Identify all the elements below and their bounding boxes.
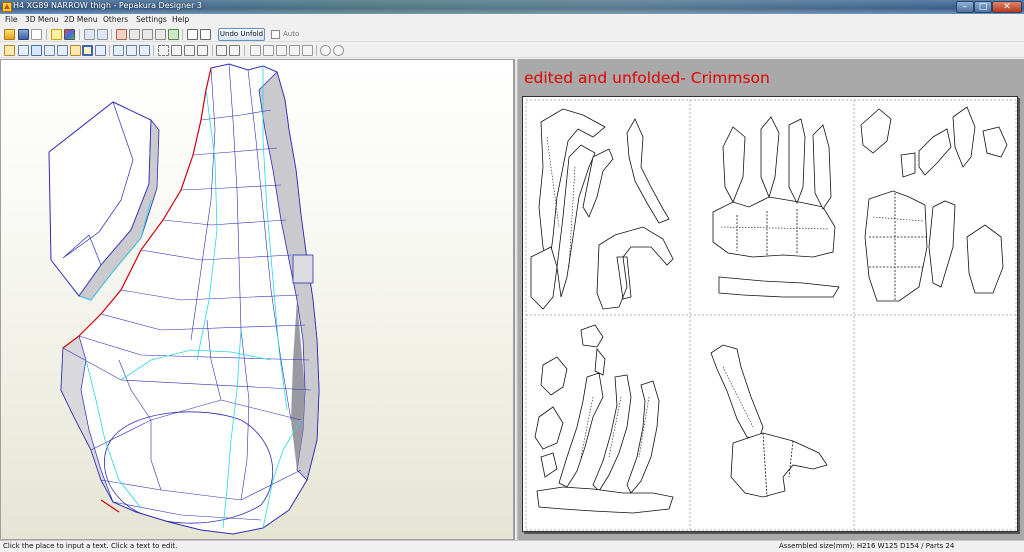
toolbar-separator [79,29,80,40]
open-folder-icon[interactable] [4,29,15,40]
save-icon[interactable] [18,29,29,40]
window-single-icon[interactable] [187,29,198,40]
close-button[interactable]: ✕ [992,1,1022,13]
pencil-icon[interactable] [116,29,127,40]
select-arrow-icon[interactable] [4,45,15,56]
status-hint: Click the place to input a text. Click a… [3,542,178,550]
toolbar-separator [244,45,245,56]
auto-checkbox[interactable] [271,30,280,39]
join-edges-icon[interactable] [44,45,55,56]
unfolded-parts [530,106,1008,514]
main-toolbar: Undo Unfold Auto [0,27,1024,42]
assembled-size-readout: Assembled size(mm): H216 W125 D154 / Par… [779,542,955,550]
cylinder-icon[interactable] [129,29,140,40]
align-center-icon[interactable] [263,45,274,56]
2d-view[interactable]: edited and unfolded- Crimmson [518,59,1024,540]
auto-checkbox-label: Auto [283,30,300,38]
toolbar-separator [111,29,112,40]
align-top-icon[interactable] [289,45,300,56]
text-icon[interactable] [70,45,81,56]
menu-others[interactable]: Others [103,15,128,24]
menu-3d[interactable]: 3D Menu [25,15,59,24]
arrange-icon[interactable] [184,45,195,56]
pattern-sheet[interactable] [522,96,1018,532]
select-area-icon[interactable] [158,45,169,56]
toolbar-separator [182,29,183,40]
grid-icon[interactable] [197,45,208,56]
rotate-icon[interactable] [84,29,95,40]
3d-view[interactable] [0,59,514,540]
undo-unfold-button[interactable]: Undo Unfold [218,28,265,41]
menu-2d[interactable]: 2D Menu [64,15,98,24]
edit-flap-icon[interactable] [155,29,166,40]
window-split-icon[interactable] [200,29,211,40]
lightbulb-icon[interactable] [51,29,62,40]
minimize-button[interactable]: – [956,1,974,13]
anchor-icon[interactable] [142,29,153,40]
title-bar: H4 XG89 NARROW thigh - Pepakura Designer… [0,0,1024,14]
align-bottom-icon[interactable] [302,45,313,56]
toolbar-separator [153,45,154,56]
menu-bar: File 3D Menu 2D Menu Others Settings Hel… [0,14,1024,26]
zoom-out-icon[interactable] [333,45,344,56]
zoom-in-icon[interactable] [320,45,331,56]
3d-model-mesh [48,63,320,535]
page-heading-text[interactable]: edited and unfolded- Crimmson [524,69,770,87]
page-layout-icon[interactable] [216,45,227,56]
unfolded-pattern-drawing [525,99,1017,531]
window-title: H4 XG89 NARROW thigh - Pepakura Designer… [13,1,203,10]
toolbar-separator [316,45,317,56]
app-icon [2,2,12,12]
align-icon[interactable] [171,45,182,56]
text-mode-icon[interactable] [82,45,93,56]
title-bar-background [110,0,950,14]
menu-file[interactable]: File [5,15,18,24]
pan-icon[interactable] [97,29,108,40]
menu-settings[interactable]: Settings [136,15,167,24]
joint-icon[interactable] [168,29,179,40]
page-setup-icon[interactable] [229,45,240,56]
maximize-button[interactable]: □ [974,1,992,13]
menu-help[interactable]: Help [172,15,189,24]
undo-icon[interactable] [126,45,137,56]
flip-icon[interactable] [113,45,124,56]
toolbar-separator [212,45,213,56]
toolbar-separator [46,29,47,40]
flap-icon[interactable] [57,45,68,56]
status-bar: Click the place to input a text. Click a… [0,540,1024,552]
tools-toolbar [0,43,1024,58]
toolbar-separator [109,45,110,56]
align-right-icon[interactable] [276,45,287,56]
color-cube-icon[interactable] [64,29,75,40]
redo-icon[interactable] [139,45,150,56]
image-icon[interactable] [95,45,106,56]
document-icon[interactable] [31,29,42,40]
align-left-icon[interactable] [250,45,261,56]
rotate-part-icon[interactable] [31,45,42,56]
move-part-icon[interactable] [18,45,29,56]
